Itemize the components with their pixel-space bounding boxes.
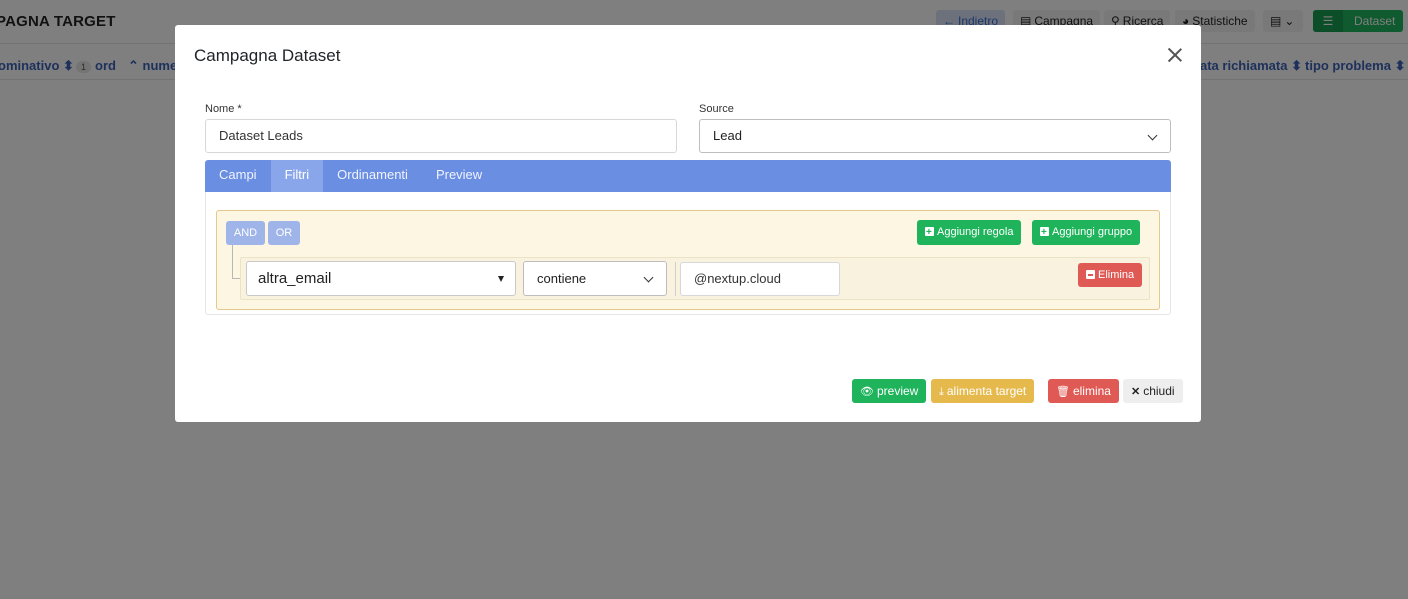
rule-operator-value: contiene — [537, 271, 587, 286]
or-condition-button[interactable]: OR — [268, 221, 300, 245]
tab-campi[interactable]: Campi — [205, 160, 271, 192]
source-select-value: Lead — [713, 128, 742, 143]
nome-input[interactable]: Dataset Leads — [205, 119, 677, 153]
add-rule-button[interactable]: Aggiungi regola — [917, 220, 1022, 245]
rule-field-select[interactable]: altra_email — [246, 261, 516, 296]
chevron-down-icon — [1147, 130, 1158, 141]
and-condition-button[interactable]: AND — [226, 221, 265, 245]
plus-square-icon — [925, 220, 934, 245]
trash-icon: 🗑 — [1056, 386, 1070, 398]
download-icon: ⤓ — [939, 386, 944, 398]
tab-bar: Campi Filtri Ordinamenti Preview — [205, 160, 1171, 192]
eye-icon: 👁 — [860, 386, 874, 398]
source-label: Source — [699, 103, 734, 115]
tab-filtri[interactable]: Filtri — [270, 160, 324, 192]
elimina-button[interactable]: 🗑 elimina — [1048, 379, 1119, 403]
add-group-button[interactable]: Aggiungi gruppo — [1032, 220, 1141, 245]
rule-operator-select[interactable]: contiene — [523, 261, 667, 296]
chiudi-button[interactable]: ✕ chiudi — [1123, 379, 1183, 403]
tab-ordinamenti[interactable]: Ordinamenti — [323, 160, 422, 192]
dataset-modal: Campagna Dataset Nome * Dataset Leads So… — [175, 25, 1201, 422]
nome-label: Nome * — [205, 103, 242, 115]
filter-rule: altra_email contiene @nextup.cloud Elimi… — [240, 257, 1150, 300]
rule-divider — [675, 262, 676, 296]
chevron-down-icon — [643, 272, 654, 283]
rule-field-value: altra_email — [258, 270, 332, 287]
alimenta-target-button[interactable]: ⤓ alimenta target — [931, 379, 1035, 403]
modal-title: Campagna Dataset — [194, 46, 341, 65]
minus-square-icon — [1086, 270, 1095, 279]
preview-button[interactable]: 👁 preview — [852, 379, 927, 403]
source-select[interactable]: Lead — [699, 119, 1171, 153]
close-icon: ✕ — [1131, 386, 1141, 398]
delete-rule-button[interactable]: Elimina — [1078, 263, 1143, 287]
plus-square-icon — [1040, 220, 1049, 245]
rule-connector-line — [232, 245, 240, 279]
filter-group: AND OR Aggiungi regola Aggiungi gruppo a… — [216, 210, 1160, 310]
rule-value-input[interactable]: @nextup.cloud — [680, 262, 840, 296]
close-icon[interactable] — [1165, 45, 1185, 65]
caret-down-icon — [498, 276, 504, 282]
tab-preview[interactable]: Preview — [422, 160, 496, 192]
